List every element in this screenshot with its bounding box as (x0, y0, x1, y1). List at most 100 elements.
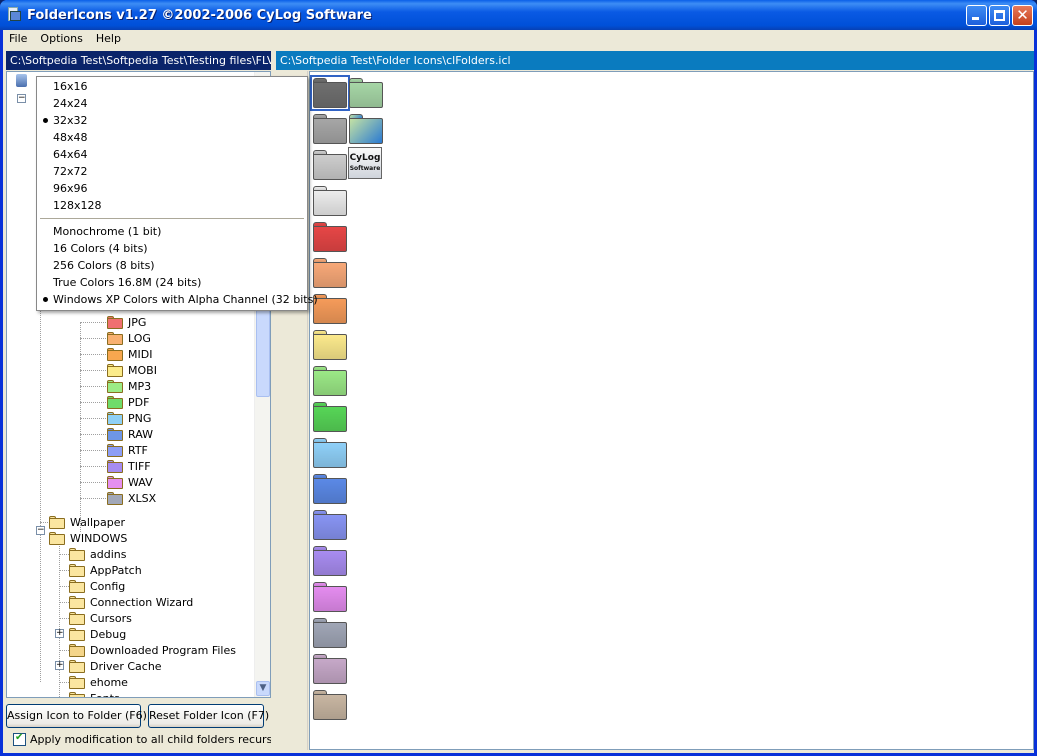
title-bar[interactable]: FolderIcons v1.27 ©2002-2006 CyLog Softw… (0, 0, 1037, 30)
menu-option[interactable]: 72x72 (53, 163, 88, 180)
icon-library-path: C:\Softpedia Test\Folder Icons\clFolders… (276, 51, 1034, 70)
tree-item[interactable]: MOBI (107, 362, 157, 378)
menu-option[interactable]: 128x128 (53, 197, 102, 214)
tree-item[interactable]: ehome (69, 674, 128, 690)
tree-item-label: LOG (128, 331, 151, 345)
reset-icon-button[interactable]: Reset Folder Icon (F7) (148, 704, 269, 728)
tree-item[interactable]: WINDOWS (49, 530, 127, 546)
folder-icon (69, 627, 85, 641)
folder-icon (69, 595, 85, 609)
maximize-button[interactable] (989, 5, 1010, 26)
expand-debug-icon[interactable]: + (55, 629, 64, 638)
tree-item[interactable]: WAV (107, 474, 153, 490)
menu-option[interactable]: 32x32 (53, 112, 88, 129)
tree-item[interactable]: LOG (107, 330, 151, 346)
recursive-checkbox[interactable] (13, 732, 26, 746)
menu-option[interactable]: 24x24 (53, 95, 88, 112)
tree-item-label: PDF (128, 395, 150, 409)
tree-item[interactable]: Connection Wizard (69, 594, 193, 610)
minimize-icon (972, 17, 979, 20)
tree-item[interactable]: Debug (69, 626, 126, 642)
tree-item[interactable]: Wallpaper (49, 514, 125, 530)
folder-mobi-icon (107, 363, 123, 377)
tree-item[interactable]: Cursors (69, 610, 132, 626)
tree-item[interactable]: RTF (107, 442, 148, 458)
scrollbar-thumb[interactable] (256, 302, 270, 397)
collapse-root-icon[interactable]: − (17, 94, 26, 103)
tree-item[interactable]: TIFF (107, 458, 151, 474)
folder-icon-option[interactable] (313, 366, 347, 396)
folder-icon (69, 691, 85, 697)
menu-separator (40, 218, 304, 220)
menu-option[interactable]: 16x16 (53, 78, 88, 95)
icon-grid[interactable]: CyLog Software (309, 71, 1034, 750)
computer-icon (16, 74, 27, 87)
tree-item-label: TIFF (128, 459, 151, 473)
icon-size-menu: 16x16 24x24 32x32 48x48 64x64 72x72 96x96 128x1… (36, 76, 318, 311)
tree-item[interactable]: AppPatch (69, 562, 142, 578)
folder-raw-icon (107, 427, 123, 441)
folder-open-icon (49, 531, 65, 545)
recursive-option[interactable]: Apply modification to all child folders … (13, 732, 299, 746)
tree-item[interactable]: XLSX (107, 490, 156, 506)
close-button[interactable]: ✕ (1012, 5, 1033, 26)
tree-item-label: RAW (128, 427, 153, 441)
folder-icon-option[interactable] (313, 546, 347, 576)
menu-option[interactable]: True Colors 16.8M (24 bits) (53, 274, 201, 291)
folder-icon-option[interactable] (313, 222, 347, 252)
tree-item[interactable]: JPG (107, 314, 146, 330)
collapse-windows-icon[interactable]: − (36, 526, 45, 535)
folder-icon-option[interactable] (313, 654, 347, 684)
tree-item[interactable]: PNG (107, 410, 151, 426)
folder-icon-option[interactable] (313, 510, 347, 540)
expand-driver-cache-icon[interactable]: + (55, 661, 64, 670)
menu-option[interactable]: 48x48 (53, 129, 88, 146)
folder-icon (69, 611, 85, 625)
folder-icon-option[interactable] (310, 75, 350, 111)
tree-item-label: ehome (90, 675, 128, 689)
menu-option[interactable]: Monochrome (1 bit) (53, 223, 161, 240)
folder-icon (69, 579, 85, 593)
folder-icon-option[interactable] (313, 582, 347, 612)
menu-help[interactable]: Help (90, 30, 128, 49)
folder-icon-option[interactable] (313, 150, 347, 180)
folder-icon-option[interactable] (313, 690, 347, 720)
folder-icon-option[interactable] (313, 474, 347, 504)
folder-icon-option[interactable] (313, 618, 347, 648)
tree-item-label: Cursors (90, 611, 132, 625)
tree-item[interactable]: Downloaded Program Files (69, 642, 236, 658)
assign-icon-button[interactable]: Assign Icon to Folder (F6) (6, 704, 147, 728)
tree-item[interactable]: Config (69, 578, 125, 594)
recursive-checkbox-label: Apply modification to all child folders … (30, 733, 299, 746)
menu-option[interactable]: 64x64 (53, 146, 88, 163)
folder-icon-option[interactable] (313, 294, 347, 324)
folder-icon-option[interactable] (313, 114, 347, 144)
cylog-logo-icon[interactable]: CyLog Software (348, 147, 382, 179)
folder-icon-option[interactable] (313, 402, 347, 432)
folder-icon-option[interactable] (313, 186, 347, 216)
tree-item[interactable]: MIDI (107, 346, 152, 362)
folder-icon-option[interactable] (313, 258, 347, 288)
menu-file[interactable]: File (3, 30, 34, 49)
scroll-down-arrow-icon[interactable]: ▼ (256, 681, 270, 696)
menu-option[interactable]: 16 Colors (4 bits) (53, 240, 148, 257)
tree-item[interactable]: PDF (107, 394, 149, 410)
folder-icon-option[interactable] (349, 114, 383, 144)
folder-rtf-icon (107, 443, 123, 457)
tree-item-label: JPG (128, 315, 147, 329)
folder-mp3-icon (107, 379, 123, 393)
tree-item[interactable]: RAW (107, 426, 153, 442)
menu-option[interactable]: 256 Colors (8 bits) (53, 257, 155, 274)
folder-icon-option[interactable] (313, 330, 347, 360)
menu-options[interactable]: Options (34, 30, 89, 49)
app-window: FolderIcons v1.27 ©2002-2006 CyLog Softw… (0, 0, 1037, 756)
tree-item[interactable]: addins (69, 546, 126, 562)
minimize-button[interactable] (966, 5, 987, 26)
tree-item[interactable]: Driver Cache (69, 658, 162, 674)
menu-option[interactable]: Windows XP Colors with Alpha Channel (32… (53, 291, 318, 308)
tree-item[interactable]: Fonts (69, 690, 120, 697)
menu-option[interactable]: 96x96 (53, 180, 88, 197)
folder-icon-option[interactable] (349, 78, 383, 108)
tree-item[interactable]: MP3 (107, 378, 151, 394)
folder-icon-option[interactable] (313, 438, 347, 468)
